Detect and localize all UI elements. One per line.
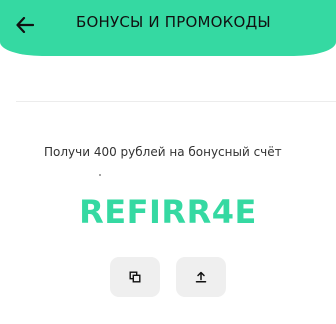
divider [16, 101, 336, 102]
header-bar: БОНУСЫ И ПРОМОКОДЫ [0, 0, 336, 56]
page-title: БОНУСЫ И ПРОМОКОДЫ [76, 13, 271, 31]
promo-subtitle: Получи 400 рублей на бонусный счёт [44, 145, 282, 159]
copy-icon [129, 271, 141, 283]
copy-button[interactable] [110, 257, 160, 297]
decorative-dot [99, 174, 101, 176]
share-upload-icon [195, 271, 207, 283]
share-button[interactable] [176, 257, 226, 297]
back-button[interactable] [10, 10, 40, 40]
promo-code: REFIRR4E [79, 193, 257, 231]
arrow-left-icon [16, 17, 34, 33]
